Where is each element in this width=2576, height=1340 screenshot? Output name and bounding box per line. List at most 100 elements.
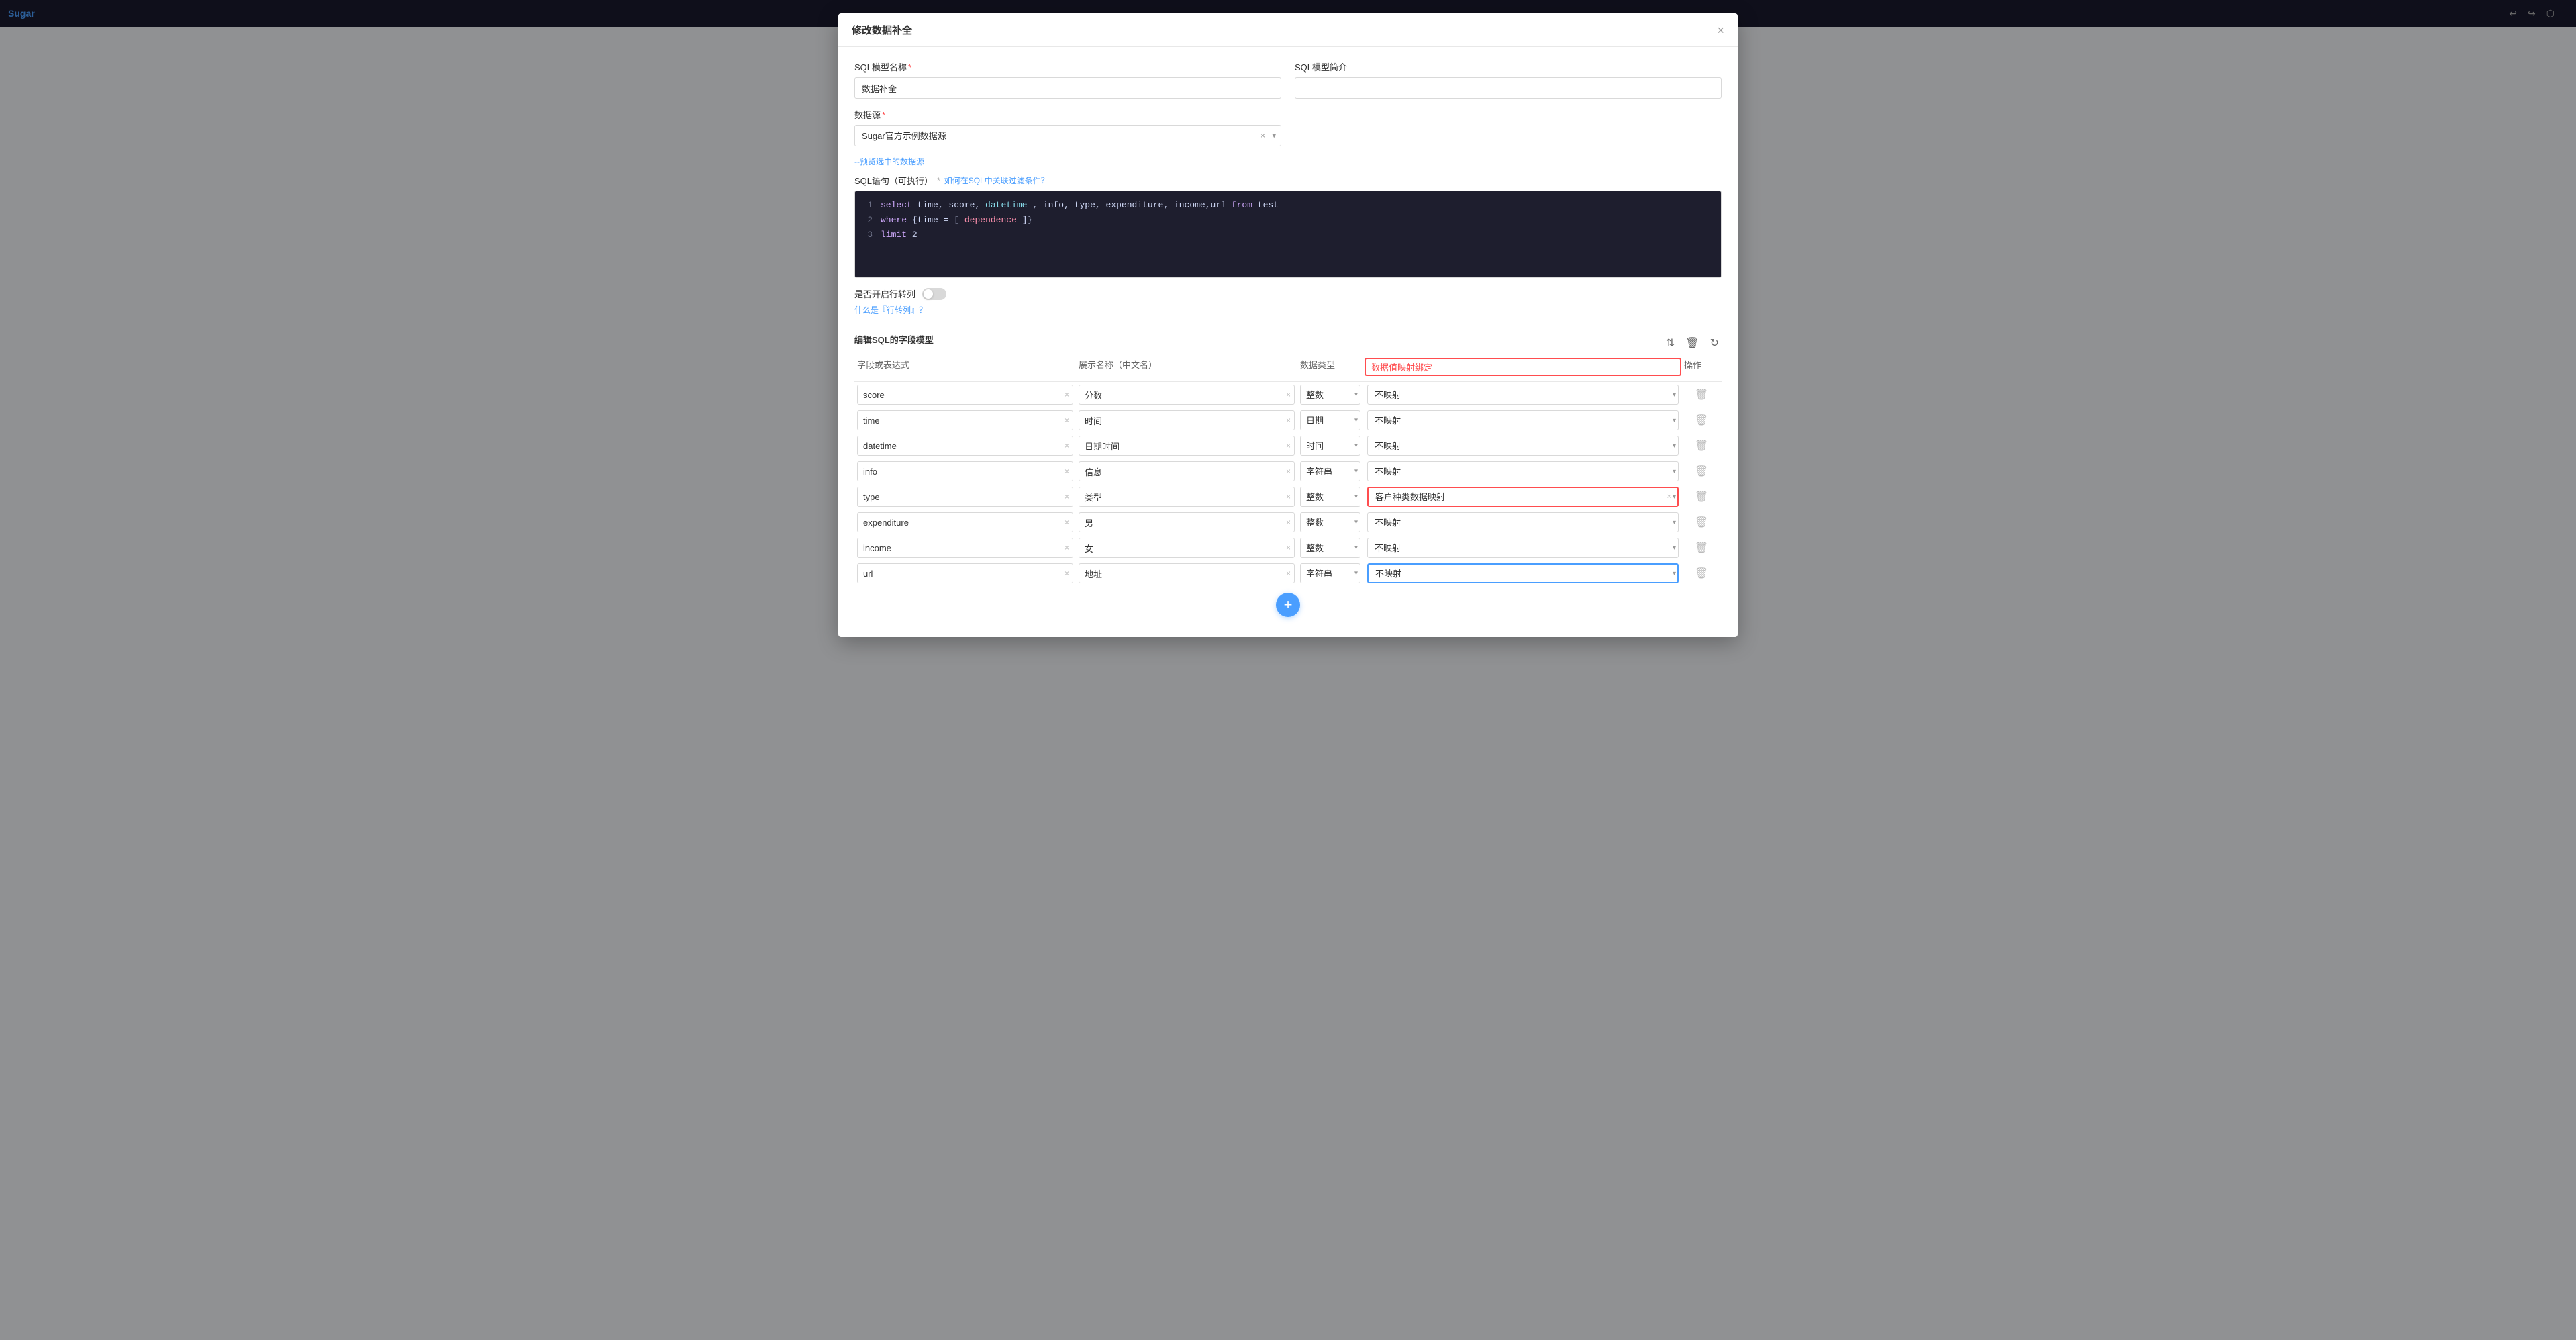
sql-label-row: SQL语句（可执行） * 如何在SQL中关联过滤条件？ [854, 174, 1722, 187]
mapping-select-7[interactable]: 不映射 [1367, 563, 1679, 583]
form-row-names: SQL模型名称* SQL模型简介 [854, 60, 1722, 99]
type-select-1[interactable]: 整数字符串日期时间浮点数布尔 [1300, 410, 1360, 430]
model-name-input[interactable] [854, 77, 1281, 99]
sql-editor[interactable]: 1 select time, score, datetime , info, t… [854, 191, 1722, 278]
display-input-2[interactable] [1079, 436, 1295, 456]
mapping-select-5[interactable]: 不映射 [1367, 512, 1679, 532]
display-input-wrap-1: × [1079, 410, 1295, 430]
row-transform-toggle-row: 是否开启行转列 [854, 287, 1722, 300]
field-input-7[interactable] [857, 563, 1073, 583]
mapping-actions-1: ▾ [1673, 417, 1676, 424]
cell-mapping-4: 客户种类数据映射 × ▾ [1365, 487, 1681, 507]
display-input-1[interactable] [1079, 410, 1295, 430]
field-input-1[interactable] [857, 410, 1073, 430]
display-clear-btn-5[interactable]: × [1286, 518, 1291, 527]
mapping-select-1[interactable]: 不映射 [1367, 410, 1679, 430]
display-clear-btn-4[interactable]: × [1286, 492, 1291, 501]
cell-mapping-6: 不映射 ▾ [1365, 538, 1681, 558]
display-clear-btn-7[interactable]: × [1286, 569, 1291, 578]
col-header-action: 操作 [1681, 358, 1722, 376]
type-select-7[interactable]: 整数字符串日期时间浮点数布尔 [1300, 563, 1360, 583]
field-input-3[interactable] [857, 461, 1073, 481]
type-select-6[interactable]: 整数字符串日期时间浮点数布尔 [1300, 538, 1360, 558]
display-input-6[interactable] [1079, 538, 1295, 558]
field-input-wrap-6: × [857, 538, 1073, 558]
mapping-select-4[interactable]: 客户种类数据映射 [1367, 487, 1679, 507]
field-clear-btn-2[interactable]: × [1064, 441, 1069, 450]
display-input-wrap-5: × [1079, 512, 1295, 532]
cell-action-1: 🗑 [1681, 414, 1722, 427]
field-input-wrap-4: × [857, 487, 1073, 507]
type-select-0[interactable]: 整数字符串日期时间浮点数布尔 [1300, 385, 1360, 405]
cell-field-1: × [854, 410, 1076, 430]
delete-row-btn-4[interactable]: 🗑 [1684, 490, 1719, 504]
type-select-4[interactable]: 整数字符串日期时间浮点数布尔 [1300, 487, 1360, 507]
table-header: 字段或表达式 展示名称（中文名） 数据类型 数据值映射绑定 操作 [854, 358, 1722, 382]
sql-optional-mark: * [937, 176, 940, 185]
field-clear-btn-5[interactable]: × [1064, 518, 1069, 527]
delete-row-btn-3[interactable]: 🗑 [1684, 465, 1719, 478]
mapping-select-2[interactable]: 不映射 [1367, 436, 1679, 456]
field-input-4[interactable] [857, 487, 1073, 507]
row-transform-help-link[interactable]: 什么是『行转列』？ [854, 304, 927, 316]
display-clear-btn-3[interactable]: × [1286, 467, 1291, 476]
field-clear-btn-4[interactable]: × [1064, 492, 1069, 501]
field-input-0[interactable] [857, 385, 1073, 405]
cell-display-3: × [1076, 461, 1297, 481]
delete-row-btn-1[interactable]: 🗑 [1684, 414, 1719, 427]
cell-field-5: × [854, 512, 1076, 532]
type-select-2[interactable]: 整数字符串日期时间浮点数布尔 [1300, 436, 1360, 456]
field-input-6[interactable] [857, 538, 1073, 558]
mapping-actions-4: × ▾ [1667, 493, 1676, 501]
model-desc-input[interactable] [1295, 77, 1722, 99]
mapping-select-3[interactable]: 不映射 [1367, 461, 1679, 481]
col-header-display: 展示名称（中文名） [1076, 358, 1297, 376]
field-input-2[interactable] [857, 436, 1073, 456]
display-input-3[interactable] [1079, 461, 1295, 481]
refresh-button[interactable]: ↻ [1707, 335, 1722, 351]
cell-field-3: × [854, 461, 1076, 481]
cell-display-7: × [1076, 563, 1297, 583]
display-input-7[interactable] [1079, 563, 1295, 583]
type-select-wrap-3: 整数字符串日期时间浮点数布尔 ▾ [1300, 461, 1362, 481]
datasource-clear-icon[interactable]: × [1260, 131, 1265, 140]
display-clear-btn-2[interactable]: × [1286, 441, 1291, 450]
preview-datasource-link[interactable]: --预览选中的数据源 [854, 156, 924, 167]
sql-line-1: 1 select time, score, datetime , info, t… [862, 198, 1714, 213]
mapping-select-6[interactable]: 不映射 [1367, 538, 1679, 558]
modal-close-button[interactable]: × [1717, 24, 1724, 36]
display-clear-btn-6[interactable]: × [1286, 543, 1291, 553]
type-select-3[interactable]: 整数字符串日期时间浮点数布尔 [1300, 461, 1360, 481]
field-clear-btn-1[interactable]: × [1064, 416, 1069, 425]
row-transform-toggle[interactable] [922, 288, 946, 300]
mapping-arrow-icon-7: ▾ [1673, 570, 1676, 577]
mapping-clear-btn[interactable]: × [1667, 493, 1671, 501]
cell-type-3: 整数字符串日期时间浮点数布尔 ▾ [1297, 461, 1365, 481]
display-input-0[interactable] [1079, 385, 1295, 405]
datasource-select[interactable]: Sugar官方示例数据源 [854, 125, 1281, 146]
display-input-5[interactable] [1079, 512, 1295, 532]
delete-row-btn-2[interactable]: 🗑 [1684, 439, 1719, 452]
sort-up-button[interactable]: ⇅ [1663, 335, 1677, 351]
mapping-select-wrap-2: 不映射 ▾ [1367, 436, 1679, 456]
display-clear-btn-1[interactable]: × [1286, 416, 1291, 425]
delete-all-button[interactable]: 🗑 [1683, 335, 1701, 351]
field-clear-btn-0[interactable]: × [1064, 390, 1069, 399]
delete-row-btn-7[interactable]: 🗑 [1684, 567, 1719, 580]
field-clear-btn-6[interactable]: × [1064, 543, 1069, 553]
delete-row-btn-6[interactable]: 🗑 [1684, 541, 1719, 555]
mapping-arrow-icon-4: ▾ [1673, 493, 1676, 501]
sql-help-link[interactable]: 如何在SQL中关联过滤条件？ [944, 175, 1049, 186]
delete-row-btn-5[interactable]: 🗑 [1684, 516, 1719, 529]
field-clear-btn-3[interactable]: × [1064, 467, 1069, 476]
type-select-5[interactable]: 整数字符串日期时间浮点数布尔 [1300, 512, 1360, 532]
add-row-button[interactable]: + [1276, 593, 1300, 617]
delete-row-btn-0[interactable]: 🗑 [1684, 388, 1719, 401]
cell-field-6: × [854, 538, 1076, 558]
display-input-4[interactable] [1079, 487, 1295, 507]
field-input-5[interactable] [857, 512, 1073, 532]
field-clear-btn-7[interactable]: × [1064, 569, 1069, 578]
mapping-select-0[interactable]: 不映射 [1367, 385, 1679, 405]
display-input-wrap-4: × [1079, 487, 1295, 507]
display-clear-btn-0[interactable]: × [1286, 390, 1291, 399]
